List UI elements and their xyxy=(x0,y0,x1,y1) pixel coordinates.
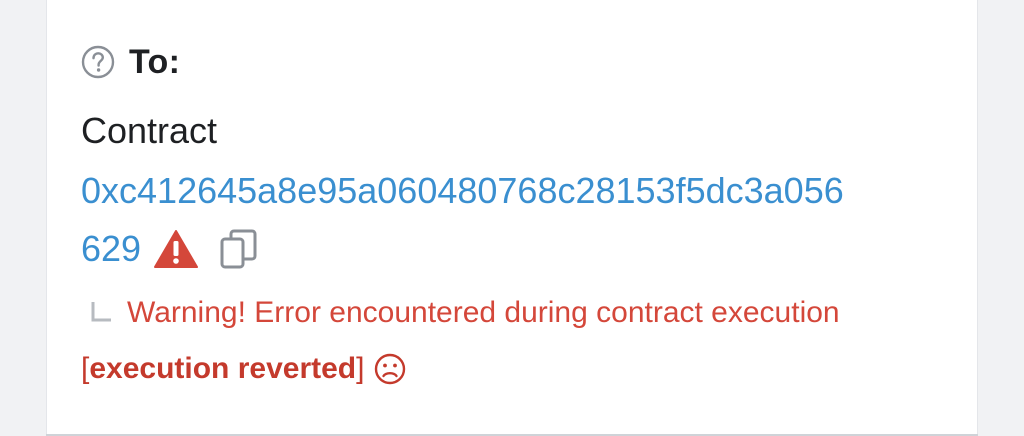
revert-reason: [ execution reverted ] xyxy=(81,352,406,386)
sad-face-icon xyxy=(374,353,406,385)
execution-warning: Warning! Error encountered during contra… xyxy=(89,296,840,330)
revert-bracket-close: ] xyxy=(356,352,365,385)
elbow-arrow-icon xyxy=(89,300,113,326)
revert-bracket-open: [ xyxy=(81,352,90,385)
copy-icon[interactable] xyxy=(219,228,259,270)
transaction-detail-card: To: Contract 0xc412645a8e95a060480768c28… xyxy=(46,0,978,436)
contract-address-link-continued[interactable]: 629 xyxy=(81,228,141,270)
contract-address-link[interactable]: 0xc412645a8e95a060480768c28153f5dc3a056 xyxy=(81,170,844,212)
warning-message: Warning! Error encountered during contra… xyxy=(127,296,840,329)
question-circle-icon[interactable] xyxy=(81,45,115,79)
warning-triangle-icon xyxy=(153,229,199,269)
contract-address-line2: 629 xyxy=(81,228,259,270)
to-label: To: xyxy=(129,42,181,81)
page: To: Contract 0xc412645a8e95a060480768c28… xyxy=(0,0,1024,436)
to-row: To: xyxy=(81,42,180,82)
recipient-kind: Contract xyxy=(81,110,218,151)
revert-reason-text: execution reverted xyxy=(89,352,357,385)
